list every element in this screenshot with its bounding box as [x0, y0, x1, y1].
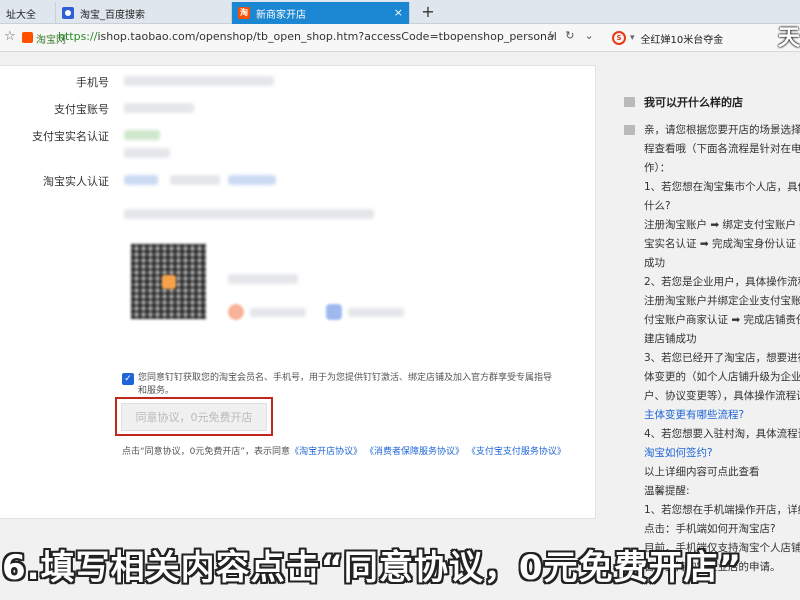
help-line: 温馨提醒:: [644, 485, 690, 497]
verify-link-2-blurred[interactable]: [228, 175, 276, 185]
taobao-icon: 淘: [238, 7, 250, 19]
help-link[interactable]: 淘宝如何签约?: [644, 444, 800, 463]
dingtalk-consent-checkbox[interactable]: ✓: [122, 373, 134, 385]
address-bar: ☆ 淘宝网 https://ishop.taobao.com/openshop/…: [0, 24, 800, 52]
chevron-down-icon[interactable]: ▾: [630, 33, 635, 43]
url-path: ishop.taobao.com/openshop/tb_open_shop.h…: [97, 30, 557, 43]
help-line: 点击：手机端如何开淘宝店?: [644, 523, 776, 535]
scan-instruction-blurred: [124, 209, 374, 219]
help-line: 1、若您想在淘宝集市个人店，具体: [644, 181, 800, 193]
tab-label: 新商家开店: [256, 9, 306, 21]
help-line: 户、协议变更等），具体操作流程请: [644, 390, 800, 402]
overlay-char: 天: [778, 26, 800, 51]
link-alipay-agreement[interactable]: 《支付宝支付服务协议》: [467, 447, 566, 457]
label-taobao-realperson: 淘宝实人认证: [43, 175, 109, 188]
realname-detail-blurred: [124, 148, 170, 158]
app-hint-blurred: [228, 274, 298, 284]
close-icon[interactable]: ×: [394, 6, 403, 19]
search-engine-icon: S: [612, 31, 626, 45]
help-line: 4、若您想要入驻村淘，具体流程请: [644, 428, 800, 440]
answer-bubble-icon: [624, 125, 635, 135]
phone-value-blurred: [124, 76, 274, 86]
refresh-icon[interactable]: ↻: [565, 29, 574, 42]
label-phone: 手机号: [76, 76, 109, 89]
browser-tab-strip: 址大全 淘宝_百度搜索 淘 新商家开店 × +: [0, 0, 800, 24]
qr-logo: [162, 275, 176, 289]
help-panel-body: 亲，请您根据您要开店的场景选择以 程查看哦（下面各流程是针对在电脑 作）： 1、若您想…: [644, 121, 800, 577]
label-alipay-account: 支付宝账号: [54, 103, 109, 116]
address-bar-tools: ϟ ↻ ⌄: [548, 29, 594, 42]
taobao-site-icon: [22, 32, 33, 43]
alipay-value-blurred: [124, 103, 194, 113]
help-line: 注册淘宝账户 ➡ 绑定支付宝账户 ➡: [644, 219, 800, 231]
help-line: 宝实名认证 ➡ 完成淘宝身份认证 ➡: [644, 238, 800, 250]
app-name-blurred-2: [348, 308, 404, 317]
help-line: 付宝账户商家认证 ➡ 完成店铺责任: [644, 314, 800, 326]
star-icon[interactable]: ☆: [4, 29, 16, 44]
tutorial-caption: 6.填写相关内容点击“同意协议，0元免费开店”: [2, 548, 742, 588]
search-box[interactable]: S ▾ 全红婵10米台夺金: [612, 28, 762, 48]
help-line: 作）：: [644, 162, 671, 174]
help-line: 1、若您想在手机端操作开店，详细: [644, 504, 800, 516]
app-name-blurred: [250, 308, 306, 317]
app-icon-dingtalk: [326, 304, 342, 320]
help-line: 体变更的（如个人店铺升级为企业店: [644, 371, 800, 383]
help-line: 什么?: [644, 200, 671, 212]
help-panel-title: 我可以开什么样的店: [644, 96, 743, 109]
verify-link-blurred[interactable]: [124, 175, 158, 185]
agree-open-shop-button[interactable]: 同意协议，0元免费开店: [121, 403, 267, 431]
help-line: 注册淘宝账户并绑定企业支付宝账户: [644, 295, 800, 307]
open-shop-form: 手机号 支付宝账号 支付宝实名认证 淘宝实人认证 ✓ 您同意钉钉获取您的淘宝会员…: [0, 65, 596, 519]
baidu-paw-icon: [62, 7, 74, 19]
help-link[interactable]: 主体变更有哪些流程?: [644, 406, 800, 425]
search-query: 全红婵10米台夺金: [640, 34, 724, 46]
tab-label: 淘宝_百度搜索: [80, 9, 145, 21]
tab-label: 址大全: [6, 9, 36, 21]
url-field[interactable]: https://ishop.taobao.com/openshop/tb_ope…: [58, 30, 557, 43]
verify-status-blurred: [170, 175, 220, 185]
help-line: 亲，请您根据您要开店的场景选择以: [644, 124, 800, 136]
help-line: 2、若您是企业用户，具体操作流程: [644, 276, 800, 288]
new-tab-button[interactable]: +: [418, 2, 438, 22]
url-protocol: https://: [58, 30, 98, 43]
tab-address-book[interactable]: 址大全: [0, 2, 56, 24]
link-consumer-protection-agreement[interactable]: 《消费者保障服务协议》: [365, 447, 464, 457]
chat-bubble-icon: [624, 97, 635, 107]
lightning-icon[interactable]: ϟ: [548, 29, 555, 42]
link-taobao-shop-agreement[interactable]: 《淘宝开店协议》: [290, 447, 362, 457]
dingtalk-consent-text: 您同意钉钉获取您的淘宝会员名、手机号，用于为您提供钉钉激活、绑定店铺及加入官方群…: [138, 373, 553, 396]
help-line: 以上详细内容可点此查看: [644, 466, 760, 478]
realname-status-blurred: [124, 130, 160, 140]
help-line: 3、若您已经开了淘宝店，想要进行: [644, 352, 800, 364]
help-line: 程查看哦（下面各流程是针对在电脑: [644, 143, 800, 155]
agreements-prefix: 点击“同意协议，0元免费开店”，表示同意: [122, 447, 291, 457]
tab-new-merchant[interactable]: 淘 新商家开店 ×: [232, 2, 410, 24]
help-line: 建店铺成功: [644, 333, 697, 345]
page-content: 手机号 支付宝账号 支付宝实名认证 淘宝实人认证 ✓ 您同意钉钉获取您的淘宝会员…: [0, 53, 800, 600]
help-line: 成功: [644, 257, 665, 269]
app-icon-taobao: [228, 304, 244, 320]
chevron-down-icon[interactable]: ⌄: [584, 29, 593, 42]
label-alipay-realname: 支付宝实名认证: [32, 130, 109, 143]
tab-baidu-search[interactable]: 淘宝_百度搜索: [56, 2, 232, 24]
agreements-line: 点击“同意协议，0元免费开店”，表示同意《淘宝开店协议》 《消费者保障服务协议》…: [122, 444, 566, 457]
